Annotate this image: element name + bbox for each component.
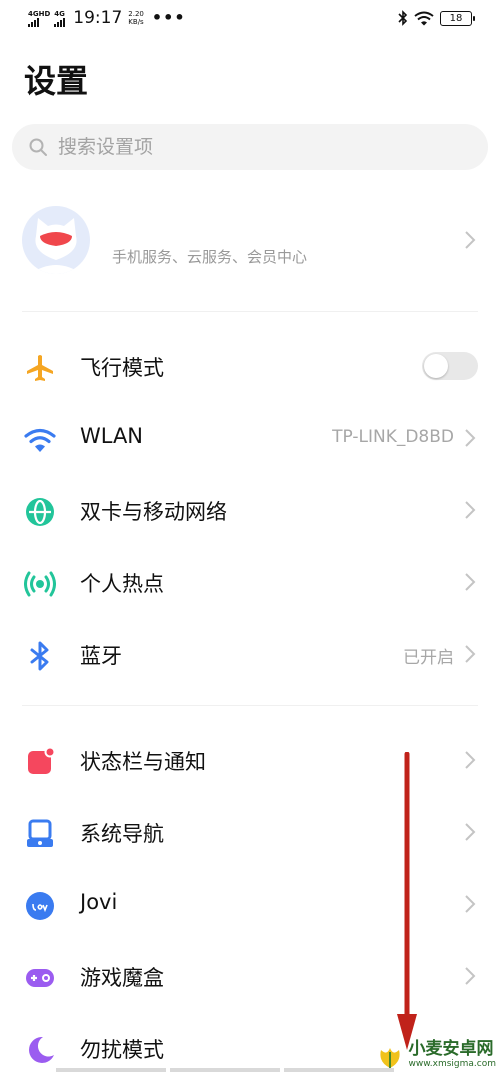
- divider: [22, 311, 478, 312]
- settings-item-label: 游戏魔盒: [80, 966, 164, 990]
- navigation-icon: [27, 819, 53, 847]
- divider: [22, 705, 478, 706]
- settings-item-status-bar-notifications[interactable]: 状态栏与通知: [0, 724, 500, 796]
- avatar[interactable]: [22, 206, 90, 274]
- chevron-right-icon: [465, 231, 476, 249]
- signal-sim2-icon: 4G: [54, 9, 66, 27]
- wlan-network-name: TP-LINK_D8BD: [332, 427, 454, 447]
- wifi-status-icon: [414, 11, 434, 25]
- avatar-cat-icon: [30, 218, 82, 274]
- settings-item-label: 勿扰模式: [80, 1038, 164, 1062]
- settings-item-wlan[interactable]: WLAN TP-LINK_D8BD: [0, 402, 500, 474]
- settings-item-label: 蓝牙: [80, 644, 122, 668]
- settings-item-hotspot[interactable]: 个人热点: [0, 546, 500, 618]
- game-box-icon: [26, 969, 54, 987]
- settings-item-label: Jovi: [80, 890, 118, 914]
- settings-item-game-box[interactable]: 游戏魔盒: [0, 940, 500, 1012]
- airplane-icon: [27, 355, 53, 381]
- search-input[interactable]: [56, 135, 460, 159]
- settings-item-label: 状态栏与通知: [80, 750, 206, 774]
- airplane-mode-toggle[interactable]: [422, 352, 478, 380]
- chevron-right-icon: [465, 645, 476, 663]
- more-notifications-icon: •••: [151, 8, 186, 27]
- settings-item-dual-sim[interactable]: 双卡与移动网络: [0, 474, 500, 546]
- sim2-label: 4G: [54, 9, 65, 18]
- search-icon: [29, 138, 47, 156]
- chevron-right-icon: [465, 823, 476, 841]
- globe-icon: [26, 498, 54, 526]
- wifi-icon: [24, 428, 56, 452]
- watermark-title: 小麦安卓网: [408, 1039, 494, 1059]
- settings-item-bluetooth[interactable]: 蓝牙 已开启: [0, 618, 500, 690]
- bluetooth-status: 已开启: [403, 648, 454, 668]
- settings-item-label: 系统导航: [80, 822, 164, 846]
- moon-icon: [29, 1036, 54, 1063]
- bluetooth-icon: [30, 641, 49, 671]
- chevron-right-icon: [465, 751, 476, 769]
- page-title: 设置: [24, 62, 89, 100]
- sim1-label: 4GHD: [28, 9, 51, 18]
- settings-item-jovi[interactable]: Jovi: [0, 868, 500, 940]
- annotation-arrow-icon: [397, 752, 417, 1050]
- watermark-logo-icon: [379, 1048, 400, 1068]
- watermark: 小麦安卓网 www.xmsigma.com: [375, 1040, 496, 1070]
- network-speed-value: 2.20: [128, 10, 144, 18]
- chevron-right-icon: [465, 967, 476, 985]
- toggle-knob: [424, 354, 448, 378]
- bluetooth-status-icon: [398, 10, 408, 26]
- settings-item-label: WLAN: [80, 424, 144, 448]
- chevron-right-icon: [465, 429, 476, 447]
- account-subtitle: 手机服务、云服务、会员中心: [112, 248, 308, 266]
- settings-item-label: 双卡与移动网络: [80, 500, 227, 524]
- settings-item-label: 飞行模式: [80, 356, 164, 380]
- settings-item-airplane-mode[interactable]: 飞行模式: [0, 330, 500, 402]
- battery-icon: 18: [440, 10, 475, 26]
- bottom-handle-bar: [56, 1068, 394, 1072]
- chevron-right-icon: [465, 895, 476, 913]
- clock: 19:17: [73, 8, 123, 28]
- status-bar: 4GHD 4G 19:17 2.20 KB/s ••• 18: [0, 0, 500, 40]
- account-row[interactable]: 手机服务、云服务、会员中心: [0, 200, 500, 290]
- search-bar[interactable]: [12, 124, 488, 170]
- settings-item-system-navigation[interactable]: 系统导航: [0, 796, 500, 868]
- hotspot-icon: [24, 571, 56, 597]
- network-speed-unit: KB/s: [128, 18, 144, 26]
- network-speed: 2.20 KB/s: [128, 10, 144, 26]
- settings-item-label: 个人热点: [80, 572, 164, 596]
- notification-icon: [28, 746, 56, 774]
- watermark-url: www.xmsigma.com: [408, 1059, 496, 1069]
- chevron-right-icon: [465, 573, 476, 591]
- signal-sim1-icon: 4GHD: [28, 10, 50, 27]
- chevron-right-icon: [465, 501, 476, 519]
- jovi-icon: [26, 892, 54, 920]
